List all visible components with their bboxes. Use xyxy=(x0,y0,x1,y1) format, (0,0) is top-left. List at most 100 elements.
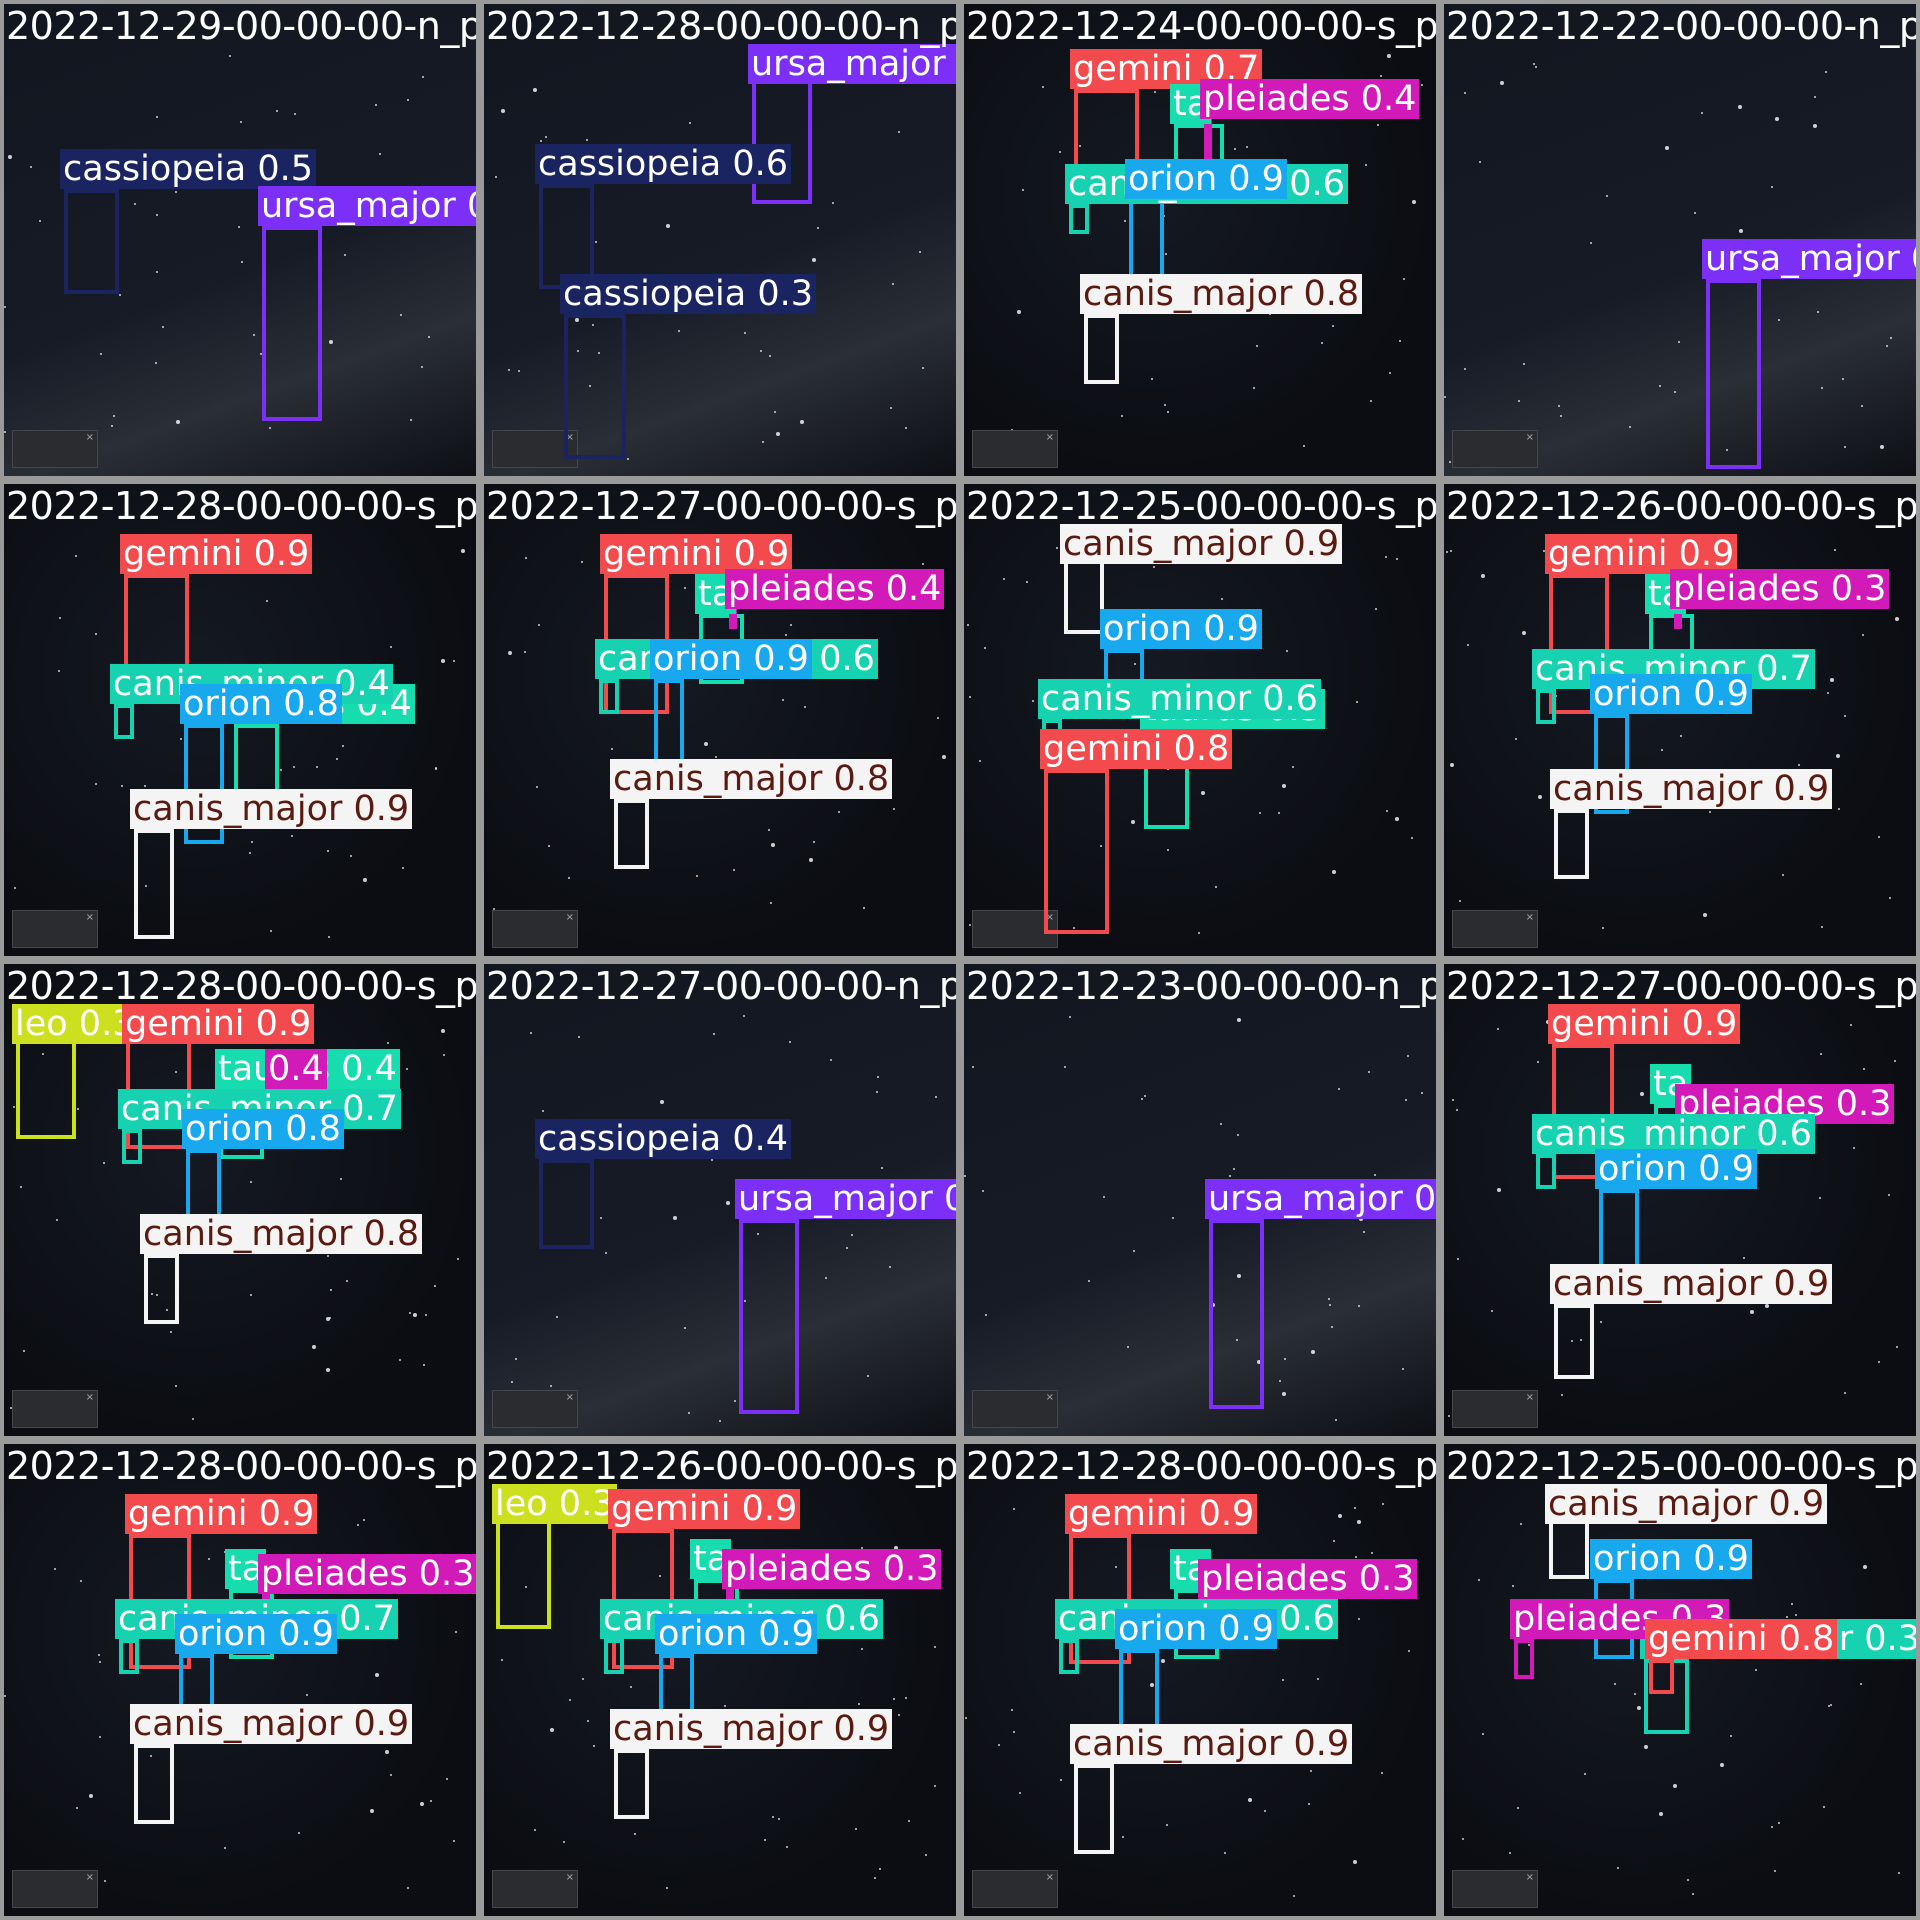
image-filename: 2022-12-25-00-00-00-s_png xyxy=(1446,1444,1920,1488)
close-icon: × xyxy=(565,1392,574,1403)
star xyxy=(1535,66,1537,68)
star xyxy=(346,1280,348,1282)
star xyxy=(1396,558,1398,560)
star xyxy=(1739,229,1743,233)
app-control-panel: × xyxy=(972,430,1058,468)
star xyxy=(1520,1523,1522,1525)
star xyxy=(1821,926,1823,928)
detection-box-canis-minor xyxy=(1536,689,1556,724)
star xyxy=(550,1385,552,1387)
star xyxy=(508,369,510,371)
app-control-panel: × xyxy=(1452,430,1538,468)
star xyxy=(1738,105,1742,109)
star xyxy=(678,330,680,332)
star xyxy=(224,1847,226,1849)
star xyxy=(95,633,97,635)
image-filename: 2022-12-28-00-00-00-s_png xyxy=(6,964,480,1008)
star xyxy=(119,294,121,296)
star xyxy=(192,1418,194,1420)
star xyxy=(80,1580,82,1582)
star xyxy=(1131,820,1135,824)
star xyxy=(1248,1798,1252,1802)
star xyxy=(1782,874,1784,876)
star xyxy=(1640,1092,1644,1096)
star xyxy=(1003,578,1005,580)
star xyxy=(501,109,505,113)
star xyxy=(387,1042,389,1044)
star xyxy=(1850,1024,1852,1026)
detection-label: gemini 0.9 xyxy=(1065,1494,1258,1534)
mosaic-tile: × 2022-12-28-00-00-00-s_png leo 0.3 gemini … xyxy=(0,960,480,1440)
star xyxy=(1828,1705,1830,1707)
star xyxy=(776,432,780,436)
star xyxy=(1518,400,1520,402)
star xyxy=(1161,1659,1165,1663)
star xyxy=(1328,1298,1330,1300)
star xyxy=(155,362,157,364)
detection-box-canis-major xyxy=(1554,1304,1594,1379)
star xyxy=(455,1631,457,1633)
detection-label: pleiades 0.3 xyxy=(1670,569,1890,609)
star xyxy=(1880,445,1884,449)
detection-label: pleiades 0.4 xyxy=(1200,79,1420,119)
star xyxy=(1402,1368,1404,1370)
star xyxy=(1380,75,1382,77)
app-control-panel: × xyxy=(12,1390,98,1428)
image-filename: 2022-12-26-00-00-00-s_png xyxy=(1446,484,1920,528)
star xyxy=(501,1659,503,1661)
close-icon: × xyxy=(85,1392,94,1403)
detection-box-gemini xyxy=(1044,769,1109,934)
star xyxy=(1778,319,1780,321)
detection-box-canis-major xyxy=(144,1254,179,1324)
star xyxy=(328,936,330,938)
star xyxy=(175,191,177,193)
star xyxy=(1215,886,1217,888)
detection-label: orion 0.9 xyxy=(1590,1539,1752,1579)
star xyxy=(1861,405,1863,407)
star xyxy=(1064,1066,1066,1068)
star xyxy=(1278,812,1280,814)
star xyxy=(39,220,41,222)
star xyxy=(881,1167,883,1169)
star xyxy=(1538,795,1542,799)
star xyxy=(407,99,409,101)
star xyxy=(1167,849,1169,851)
star xyxy=(1771,1826,1773,1828)
detection-box-orion xyxy=(1129,199,1164,279)
star xyxy=(1894,1060,1896,1062)
mosaic-tile: × 2022-12-23-00-00-00-n_png ursa_major 0.8 xyxy=(960,960,1440,1440)
detection-label: canis_major 0.9 xyxy=(1550,1264,1833,1304)
detection-label: gemini 0.9 xyxy=(608,1489,801,1529)
star xyxy=(1332,870,1336,874)
star xyxy=(250,1181,252,1183)
star xyxy=(336,758,338,760)
detection-label: ursa_major 0.8 xyxy=(735,1179,956,1219)
star xyxy=(1774,1870,1776,1872)
star xyxy=(1775,117,1779,121)
detection-label: gemini 0.9 xyxy=(600,534,793,574)
app-control-panel: × xyxy=(12,1870,98,1908)
star xyxy=(1387,54,1391,58)
star xyxy=(1022,189,1024,191)
image-filename: 2022-12-25-00-00-00-s_png xyxy=(966,484,1440,528)
star xyxy=(306,1694,308,1696)
star xyxy=(1659,1812,1663,1816)
detection-box-cassiopeia xyxy=(64,189,119,294)
star xyxy=(409,1312,411,1314)
star xyxy=(1819,1197,1821,1199)
star xyxy=(587,1720,589,1722)
detection-label: leo 0.3 xyxy=(492,1484,618,1524)
star xyxy=(1709,811,1711,813)
star xyxy=(407,1887,409,1889)
detection-label: cassiopeia 0.6 xyxy=(535,144,792,184)
app-control-panel: × xyxy=(12,430,98,468)
star xyxy=(593,1745,595,1747)
star xyxy=(298,1832,300,1834)
star xyxy=(1399,340,1401,342)
star xyxy=(1464,92,1466,94)
detection-label: pleiades 0.3 xyxy=(258,1554,476,1594)
star xyxy=(1154,91,1156,93)
star xyxy=(1365,164,1367,166)
close-icon: × xyxy=(1045,432,1054,443)
star xyxy=(1234,148,1236,150)
